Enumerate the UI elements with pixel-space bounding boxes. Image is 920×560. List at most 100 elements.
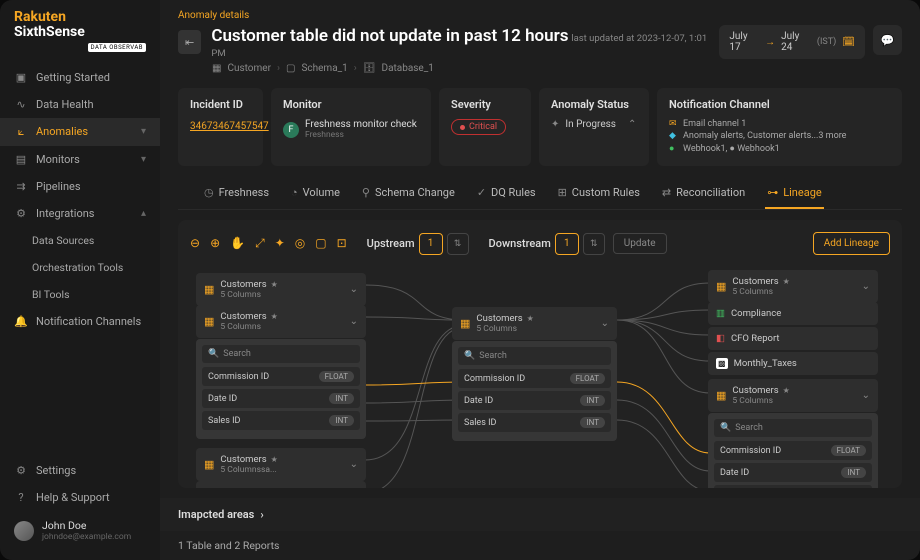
tab-volume[interactable]: ◔Volume bbox=[289, 180, 342, 209]
target-icon[interactable]: ◎ bbox=[295, 236, 305, 251]
lineage-node[interactable]: ◧CFO Report bbox=[708, 327, 878, 350]
lineage-node[interactable]: ▦Customers★5 Columnssa...⌄ bbox=[196, 448, 366, 481]
search-icon: 🔍 bbox=[720, 423, 731, 433]
email-icon: ✉ bbox=[669, 119, 679, 129]
settings-icon[interactable]: ⊡ bbox=[337, 236, 347, 251]
tab-freshness[interactable]: ◷Freshness bbox=[202, 180, 271, 209]
column-row[interactable]: Sales IDINT bbox=[202, 411, 360, 430]
back-icon: ⇤ bbox=[185, 36, 194, 49]
column-row[interactable]: Commission IDFLOAT bbox=[458, 369, 611, 388]
lineage-node[interactable]: ▦Customers★5 Columns⌄ bbox=[196, 481, 366, 488]
lineage-node[interactable]: ▦Customers★5 Columns⌄ bbox=[708, 270, 878, 303]
highlight-icon[interactable]: ✦ bbox=[275, 236, 285, 251]
table-icon: ▦ bbox=[204, 283, 214, 296]
impacted-areas-header[interactable]: Imapcted areas› bbox=[160, 498, 920, 531]
nav-bi-tools[interactable]: BI Tools bbox=[0, 281, 160, 308]
nav-integrations[interactable]: ⚙Integrations▴ bbox=[0, 200, 160, 227]
nav-monitors[interactable]: ▤Monitors▾ bbox=[0, 146, 160, 173]
column-row[interactable]: Date IDINT bbox=[714, 463, 872, 482]
lineage-node-columns: 🔍Search Commission IDFLOAT Date IDINT Sa… bbox=[708, 413, 878, 488]
downstream-stepper[interactable]: ⇅ bbox=[583, 233, 605, 255]
update-button[interactable]: Update bbox=[613, 233, 667, 254]
tab-custom-rules[interactable]: ⊞Custom Rules bbox=[556, 180, 642, 209]
database-icon: 🗄 bbox=[363, 63, 376, 74]
user-name: John Doe bbox=[42, 519, 131, 532]
nav-data-health[interactable]: ∿Data Health bbox=[0, 91, 160, 118]
search-icon: 🔍 bbox=[464, 351, 475, 361]
user-profile[interactable]: John Doe johndoe@example.com bbox=[0, 511, 160, 550]
lineage-node[interactable]: ▦Customers★5 Columns⌄ bbox=[196, 305, 366, 338]
upstream-label: Upstream bbox=[367, 237, 415, 250]
expand-icon[interactable]: ⤢ bbox=[255, 236, 265, 251]
tab-schema-change[interactable]: ⚲Schema Change bbox=[360, 180, 457, 209]
notification-channel-card: Notification Channel ✉Email channel 1 ◆A… bbox=[657, 88, 902, 166]
avatar bbox=[14, 521, 34, 541]
date-range-picker[interactable]: July 17→July 24(IST)🗓 bbox=[719, 25, 865, 59]
table-icon: ▦ bbox=[204, 458, 214, 471]
lineage-node[interactable]: ▩Monthly_Taxes bbox=[708, 352, 878, 375]
incident-id-card: Incident ID 34673467457547 bbox=[178, 88, 263, 166]
nav-notification-channels[interactable]: 🔔Notification Channels bbox=[0, 308, 160, 335]
pdf-icon: ◧ bbox=[716, 333, 725, 344]
downstream-label: Downstream bbox=[489, 237, 551, 250]
column-row[interactable]: Commission IDFLOAT bbox=[714, 441, 872, 460]
tab-dq-rules[interactable]: ✓DQ Rules bbox=[475, 180, 538, 209]
nav-orchestration-tools[interactable]: Orchestration Tools bbox=[0, 254, 160, 281]
user-email: johndoe@example.com bbox=[42, 532, 131, 542]
nav-settings[interactable]: ⚙Settings bbox=[0, 457, 160, 484]
chevron-down-icon: ⌄ bbox=[350, 459, 358, 470]
progress-icon: ✦ bbox=[551, 119, 559, 130]
column-row[interactable]: Sales IDINT bbox=[458, 413, 611, 432]
camera-icon[interactable]: ▢ bbox=[315, 236, 326, 251]
nav-data-sources[interactable]: Data Sources bbox=[0, 227, 160, 254]
lineage-node-columns: 🔍Search Commission IDFLOAT Date IDINT Sa… bbox=[196, 339, 366, 439]
chevron-down-icon: ⌄ bbox=[601, 318, 609, 329]
comments-button[interactable]: 💬 bbox=[873, 25, 902, 55]
zoom-in-icon[interactable]: ⊕ bbox=[210, 236, 220, 251]
chevron-up-icon: ▴ bbox=[141, 208, 146, 219]
nav-help[interactable]: ?Help & Support bbox=[0, 484, 160, 511]
qr-icon: ▩ bbox=[716, 358, 728, 369]
table-icon: ▦ bbox=[460, 317, 470, 330]
column-row[interactable]: Commission IDFLOAT bbox=[202, 367, 360, 386]
incident-id-link[interactable]: 34673467457547 bbox=[190, 121, 269, 132]
lineage-node[interactable]: ▥Compliance bbox=[708, 302, 878, 325]
pan-icon[interactable]: ✋ bbox=[230, 236, 245, 251]
column-search[interactable]: 🔍Search bbox=[458, 347, 611, 365]
lineage-node[interactable]: ▦Customers★5 Columns⌄ bbox=[196, 273, 366, 306]
table-icon: ▦ bbox=[212, 63, 221, 74]
calendar-icon: 🗓 bbox=[842, 37, 855, 48]
monitor-icon: F bbox=[283, 122, 299, 138]
chevron-up-icon: ⌃ bbox=[628, 119, 636, 130]
anomaly-status-card[interactable]: Anomaly Status ✦In Progress⌃ bbox=[539, 88, 649, 166]
upstream-value[interactable]: 1 bbox=[419, 233, 443, 255]
lineage-node-center[interactable]: ▦Customers★5 Columns⌄ bbox=[452, 307, 617, 340]
lineage-node-columns: 🔍Search Commission IDFLOAT Date IDINT Sa… bbox=[452, 341, 617, 441]
column-search[interactable]: 🔍Search bbox=[202, 345, 360, 363]
sheet-icon: ▥ bbox=[716, 308, 725, 319]
column-search[interactable]: 🔍Search bbox=[714, 419, 872, 437]
column-row[interactable]: Sales IDINT bbox=[714, 485, 872, 488]
downstream-value[interactable]: 1 bbox=[555, 233, 579, 255]
nav-pipelines[interactable]: ⇉Pipelines bbox=[0, 173, 160, 200]
table-icon: ▦ bbox=[716, 280, 726, 293]
lineage-icon: ⊶ bbox=[767, 186, 778, 199]
upstream-stepper[interactable]: ⇅ bbox=[447, 233, 469, 255]
chevron-down-icon: ▾ bbox=[141, 154, 146, 165]
add-lineage-button[interactable]: Add Lineage bbox=[813, 232, 890, 255]
lineage-panel: ⊖ ⊕ ✋ ⤢ ✦ ◎ ▢ ⊡ Upstream 1 ⇅ Downstream … bbox=[178, 220, 902, 488]
schema-icon: ▢ bbox=[286, 63, 295, 74]
nav-anomalies[interactable]: ⟀Anomalies▾ bbox=[0, 118, 160, 146]
lineage-node[interactable]: ▦Customers★5 Columns⌄ bbox=[708, 379, 878, 412]
gear-icon: ⚙ bbox=[14, 464, 28, 477]
zoom-out-icon[interactable]: ⊖ bbox=[190, 236, 200, 251]
column-row[interactable]: Date IDINT bbox=[202, 389, 360, 408]
tab-lineage[interactable]: ⊶Lineage bbox=[765, 180, 824, 209]
column-row[interactable]: Date IDINT bbox=[458, 391, 611, 410]
back-button[interactable]: ⇤ bbox=[178, 30, 201, 54]
tab-reconciliation[interactable]: ⇄Reconciliation bbox=[660, 180, 747, 209]
custom-icon: ⊞ bbox=[558, 186, 567, 199]
comment-icon: 💬 bbox=[881, 34, 895, 47]
pipeline-icon: ⇉ bbox=[14, 180, 28, 193]
nav-getting-started[interactable]: ▣Getting Started bbox=[0, 64, 160, 91]
